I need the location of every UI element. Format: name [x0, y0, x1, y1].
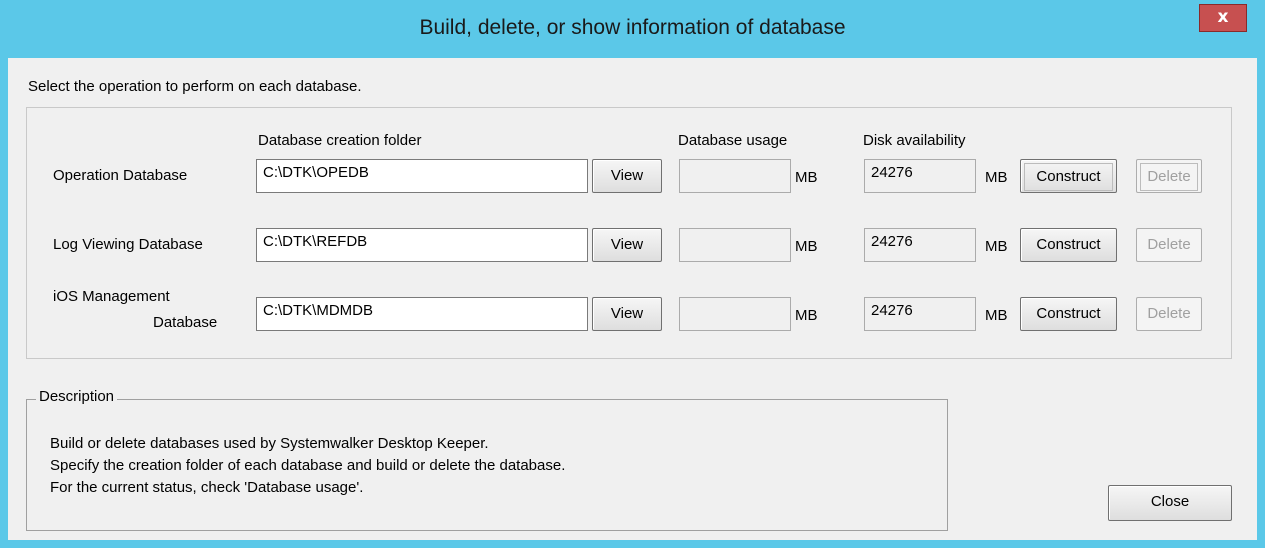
- description-line-2: Specify the creation folder of each data…: [50, 457, 566, 474]
- ios-management-db-disk-unit: MB: [985, 307, 1008, 324]
- column-header-disk: Disk availability: [863, 132, 966, 149]
- operation-db-disk-field: 24276: [864, 159, 976, 193]
- log-viewing-db-delete-button: Delete: [1136, 228, 1202, 262]
- ios-management-db-delete-button: Delete: [1136, 297, 1202, 331]
- title-bar[interactable]: Build, delete, or show information of da…: [0, 0, 1265, 58]
- log-viewing-db-folder-input[interactable]: C:\DTK\REFDB: [256, 228, 588, 262]
- operation-db-construct-button[interactable]: Construct: [1020, 159, 1117, 193]
- ios-management-db-usage-field: [679, 297, 791, 331]
- ios-management-db-view-button[interactable]: View: [592, 297, 662, 331]
- log-viewing-db-usage-field: [679, 228, 791, 262]
- description-line-1: Build or delete databases used by System…: [50, 435, 489, 452]
- operation-db-usage-field: [679, 159, 791, 193]
- description-line-3: For the current status, check 'Database …: [50, 479, 364, 496]
- log-viewing-db-disk-unit: MB: [985, 238, 1008, 255]
- ios-management-db-folder-input[interactable]: C:\DTK\MDMDB: [256, 297, 588, 331]
- close-icon[interactable]: x: [1199, 4, 1247, 32]
- row-label-operation-db: Operation Database: [53, 167, 188, 184]
- ios-management-db-construct-button[interactable]: Construct: [1020, 297, 1117, 331]
- ios-management-db-usage-unit: MB: [795, 307, 818, 324]
- operation-db-view-button[interactable]: View: [592, 159, 662, 193]
- column-header-usage: Database usage: [678, 132, 788, 149]
- log-viewing-db-disk-field: 24276: [864, 228, 976, 262]
- operation-db-disk-unit: MB: [985, 169, 1008, 186]
- delete-button-label: Delete: [1140, 163, 1198, 191]
- ios-management-db-disk-field: 24276: [864, 297, 976, 331]
- dialog-client-area: Select the operation to perform on each …: [8, 58, 1257, 540]
- close-button[interactable]: Close: [1108, 485, 1232, 521]
- log-viewing-db-construct-button[interactable]: Construct: [1020, 228, 1117, 262]
- operation-db-folder-input[interactable]: C:\DTK\OPEDB: [256, 159, 588, 193]
- log-viewing-db-view-button[interactable]: View: [592, 228, 662, 262]
- row-label-log-viewing-db: Log Viewing Database: [53, 236, 203, 253]
- row-label-ios-management-db-line1: iOS Management: [53, 288, 170, 305]
- operation-db-delete-button: Delete: [1136, 159, 1202, 193]
- dialog-title: Build, delete, or show information of da…: [419, 16, 846, 39]
- dialog-window: Build, delete, or show information of da…: [0, 0, 1265, 548]
- column-header-folder: Database creation folder: [258, 132, 422, 149]
- description-legend: Description: [36, 388, 118, 405]
- log-viewing-db-usage-unit: MB: [795, 238, 818, 255]
- operation-db-usage-unit: MB: [795, 169, 818, 186]
- instruction-text: Select the operation to perform on each …: [28, 78, 362, 95]
- row-label-ios-management-db-line2: Database: [153, 314, 218, 331]
- construct-button-label: Construct: [1024, 163, 1113, 191]
